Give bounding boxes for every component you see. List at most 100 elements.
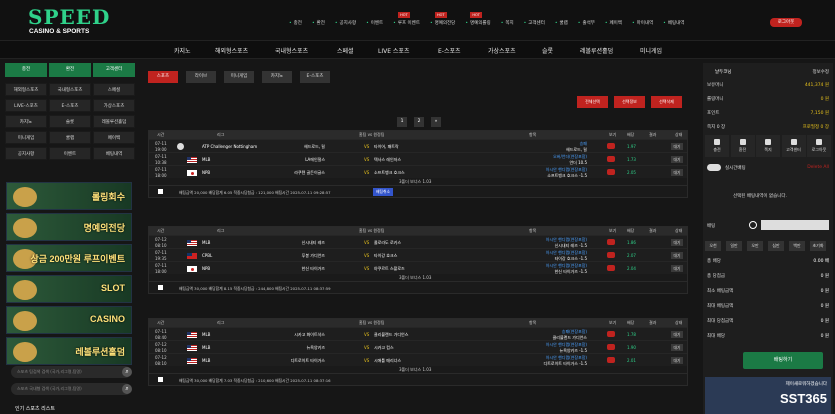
amount-chip[interactable]: 백만 (789, 241, 805, 251)
mainnav-item[interactable]: LIVE 스포츠 (378, 46, 409, 55)
mainnav-item[interactable]: 카지노 (174, 46, 191, 55)
topnav-item[interactable]: • 페이백 (600, 12, 627, 26)
quick-deposit-icon[interactable]: 충전 (705, 135, 729, 157)
view-eye-icon[interactable] (607, 331, 615, 337)
delete-all-button[interactable]: Delete All (807, 165, 829, 170)
amount-chip[interactable]: 십만 (768, 241, 784, 251)
cancel-bet-button[interactable]: 배팅취소 (373, 188, 393, 196)
left-menu-item[interactable]: E-스포츠 (49, 99, 91, 112)
header-cell: 리그 (217, 320, 225, 325)
page-1[interactable]: 2 (414, 117, 424, 127)
view-eye-icon[interactable] (607, 143, 615, 149)
topnav-item[interactable]: • 공지사항 (330, 12, 361, 26)
left-menu-item[interactable]: 카지노 (5, 115, 47, 128)
amount-chip[interactable]: 초기화 (810, 241, 826, 251)
mainnav-item[interactable]: 레볼루션홀덤 (580, 46, 613, 55)
left-menu-item[interactable]: 국내형스포츠 (49, 83, 91, 96)
reset-icon[interactable] (749, 221, 757, 229)
topnav-item[interactable]: • 고객센터 (519, 12, 550, 26)
view-eye-icon[interactable] (607, 344, 615, 350)
live-bet-toggle[interactable] (707, 164, 721, 171)
mainnav-item[interactable]: E-스포츠 (438, 46, 461, 55)
view-eye-icon[interactable] (607, 265, 615, 271)
mainnav-item[interactable]: 해외형스포츠 (215, 46, 248, 55)
view-eye-icon[interactable] (607, 357, 615, 363)
topnav-item[interactable]: • 명예의롤링 HOT (460, 12, 495, 26)
left-menu-item[interactable]: 가상스포츠 (93, 99, 135, 112)
promo-banner[interactable]: 상금 200만원 루프이벤트 (6, 244, 132, 272)
topnav-label: 명예의롤링 (469, 21, 491, 26)
select-all-button[interactable]: 전체선택 (577, 96, 608, 108)
left-menu-item[interactable]: 슬롯 (49, 115, 91, 128)
flag-us-icon (187, 332, 197, 338)
select-checkbox[interactable] (158, 189, 163, 194)
brand-logo[interactable]: SPEED (28, 5, 110, 29)
topnav-item[interactable]: • 명예의전당 HOT (425, 12, 460, 26)
page-0[interactable]: 1 (397, 117, 407, 127)
topnav-item[interactable]: • 이벤트 (361, 12, 388, 26)
tab-1[interactable]: 라이브 (186, 71, 216, 83)
sports-search-input[interactable]: 스포츠 팀검색 검색 (국가,리그명,팀명) ⌕ (11, 366, 132, 378)
left-menu-item[interactable]: 쿨랩 (49, 131, 91, 144)
topnav-item[interactable]: • 환전 (307, 12, 330, 26)
left-menu-item[interactable]: 레볼루션홀덤 (93, 115, 135, 128)
view-eye-icon[interactable] (607, 156, 615, 162)
topnav-item[interactable]: • 베팅내역 (658, 12, 689, 26)
promo-banner[interactable]: CASINO (6, 306, 132, 334)
left-menu-item[interactable]: 미니게임 (5, 131, 47, 144)
view-eye-icon[interactable] (607, 252, 615, 258)
quick-message-icon[interactable]: 쪽지 (756, 135, 780, 157)
page-2[interactable]: » (431, 117, 441, 127)
edit-profile-link[interactable]: 정보수정 (812, 69, 829, 75)
topnav-item[interactable]: • 충전 (284, 12, 307, 26)
topnav-item[interactable]: • 마이내역 (627, 12, 658, 26)
select-info-button[interactable]: 선택정보 (614, 96, 645, 108)
amount-chip[interactable]: 오천 (705, 241, 721, 251)
domestic-search-input[interactable]: 스포츠 국내형 검색 (국가,리그명,팀명) ⌕ (11, 383, 132, 395)
stat-row: 총 배당 0.00 배 (707, 258, 829, 268)
search-icon[interactable]: ⌕ (122, 384, 132, 394)
select-checkbox[interactable] (158, 285, 163, 290)
left-menu-item[interactable]: 이벤트 (49, 147, 91, 160)
tab-2[interactable]: 미니게임 (224, 71, 254, 83)
promo-banner[interactable]: 제이새로워하겠습니다 SST365 (705, 377, 831, 414)
left-menu-item[interactable]: 스페셜 (93, 83, 135, 96)
support-button[interactable]: 고객센터 (93, 63, 135, 77)
delete-selected-button[interactable]: 선택삭제 (651, 96, 682, 108)
select-checkbox[interactable] (158, 377, 163, 382)
tab-4[interactable]: E-스포츠 (300, 71, 330, 83)
place-bet-button[interactable]: 배팅하기 (743, 352, 823, 369)
left-menu-item[interactable]: 공지사항 (5, 147, 47, 160)
left-menu-item[interactable]: 해외형스포츠 (5, 83, 47, 96)
view-eye-icon[interactable] (607, 239, 615, 245)
left-menu-item[interactable]: LIVE-스포츠 (5, 99, 47, 112)
topnav-item[interactable]: • 출석부 (573, 12, 600, 26)
amount-chip[interactable]: 일만 (726, 241, 742, 251)
topnav-item[interactable]: • 루프 이벤트 HOT (388, 12, 425, 26)
promo-banner[interactable]: 롤링회수 (6, 182, 132, 210)
quick-logout-icon[interactable]: 로그아웃 (807, 135, 831, 157)
left-menu-item[interactable]: 베팅내역 (93, 147, 135, 160)
tab-3[interactable]: 카지노 (262, 71, 292, 83)
mainnav-item[interactable]: 가상스포츠 (488, 46, 516, 55)
quick-withdraw-icon[interactable]: 환전 (730, 135, 755, 157)
topnav-item[interactable]: • 쿨랩 (550, 12, 573, 26)
mainnav-item[interactable]: 국내형스포츠 (275, 46, 308, 55)
topnav-item[interactable]: • 쪽지 (496, 12, 519, 26)
tab-0[interactable]: 스포츠 (148, 71, 178, 83)
quick-support-icon[interactable]: 고객센터 (781, 135, 806, 157)
mainnav-item[interactable]: 슬롯 (542, 46, 553, 55)
bet-amount-input[interactable] (761, 220, 829, 230)
amount-chip[interactable]: 오만 (747, 241, 763, 251)
deposit-button[interactable]: 충전 (5, 63, 47, 77)
logout-button[interactable]: 로그아웃 (770, 18, 802, 27)
promo-banner[interactable]: 레볼루션홀덤 (6, 337, 132, 365)
promo-banner[interactable]: SLOT (6, 275, 132, 303)
promo-banner[interactable]: 명예의전당 (6, 213, 132, 241)
mainnav-item[interactable]: 미니게임 (640, 46, 662, 55)
left-menu-item[interactable]: 페이백 (93, 131, 135, 144)
withdraw-button[interactable]: 환전 (49, 63, 91, 77)
search-icon[interactable]: ⌕ (122, 367, 132, 377)
view-eye-icon[interactable] (607, 169, 615, 175)
mainnav-item[interactable]: 스페셜 (337, 46, 354, 55)
